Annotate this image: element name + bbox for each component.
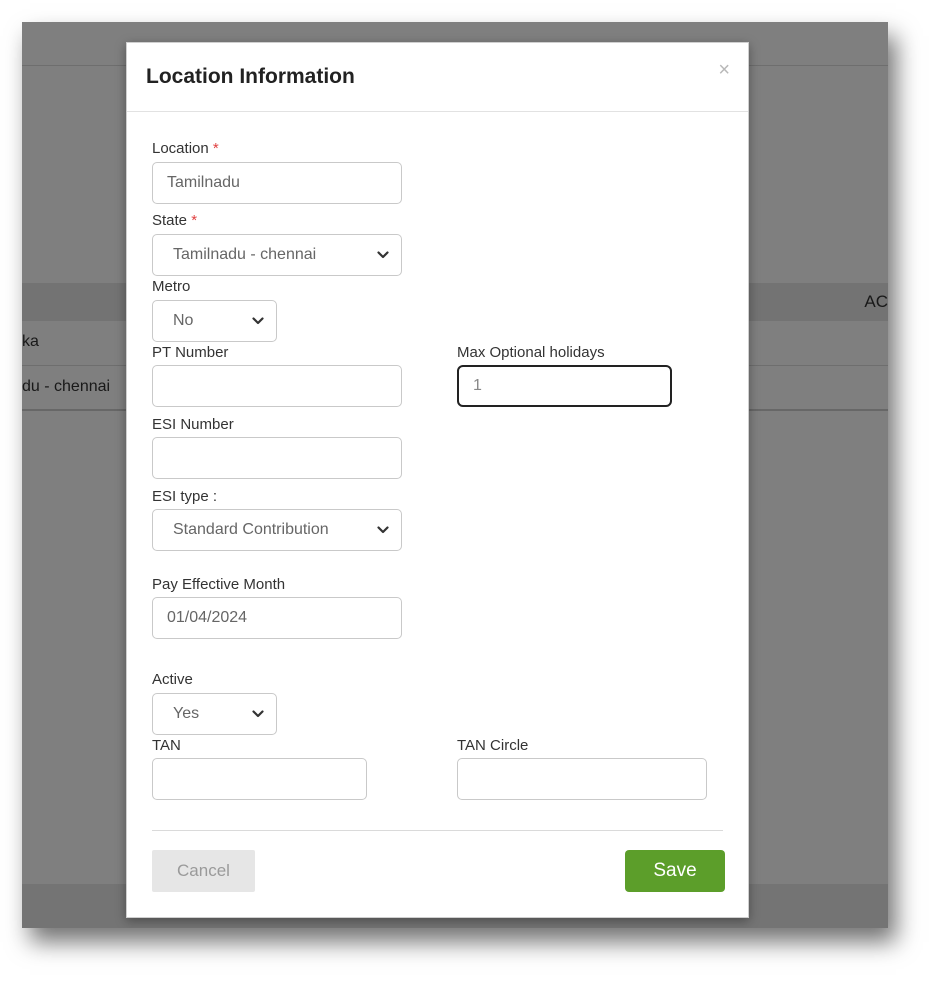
- max-optional-holidays-label: Max Optional holidays: [457, 344, 605, 361]
- chevron-down-icon: [377, 251, 389, 259]
- pt-number-input[interactable]: [152, 365, 402, 407]
- pt-number-label: PT Number: [152, 344, 229, 361]
- active-select[interactable]: Yes: [152, 693, 277, 735]
- tan-input[interactable]: [152, 758, 367, 800]
- metro-selected-value: No: [173, 312, 194, 329]
- state-select[interactable]: Tamilnadu - chennai: [152, 234, 402, 276]
- required-mark: *: [191, 212, 198, 229]
- esi-number-input[interactable]: [152, 437, 402, 479]
- active-selected-value: Yes: [173, 705, 200, 722]
- footer-divider: [152, 830, 723, 831]
- modal-title: Location Information: [146, 65, 355, 88]
- chevron-down-icon: [377, 526, 389, 534]
- max-optional-holidays-input[interactable]: [457, 365, 672, 407]
- tan-circle-label: TAN Circle: [457, 737, 529, 754]
- tan-label: TAN: [152, 737, 181, 754]
- esi-number-label: ESI Number: [152, 416, 234, 433]
- location-input[interactable]: [152, 162, 402, 204]
- state-label: State *: [152, 212, 198, 229]
- chevron-down-icon: [252, 710, 264, 718]
- cancel-button[interactable]: Cancel: [152, 850, 255, 892]
- metro-label: Metro: [152, 278, 191, 295]
- location-label: Location *: [152, 140, 219, 157]
- modal-header: Location Information ×: [127, 43, 748, 112]
- close-icon[interactable]: ×: [718, 60, 730, 80]
- pay-effective-month-label: Pay Effective Month: [152, 576, 286, 593]
- esi-type-label: ESI type :: [152, 488, 218, 505]
- chevron-down-icon: [252, 317, 264, 325]
- esi-type-select[interactable]: Standard Contribution: [152, 509, 402, 551]
- app-window: AC ka du - chennai Location Information …: [22, 22, 888, 928]
- location-information-modal: Location Information × Location * State …: [126, 42, 749, 918]
- state-selected-value: Tamilnadu - chennai: [173, 246, 317, 263]
- tan-circle-input[interactable]: [457, 758, 707, 800]
- pay-effective-month-input[interactable]: [152, 597, 402, 639]
- active-label: Active: [152, 671, 193, 688]
- save-button[interactable]: Save: [625, 850, 725, 892]
- esi-type-selected-value: Standard Contribution: [173, 521, 329, 538]
- metro-select[interactable]: No: [152, 300, 277, 342]
- required-mark: *: [212, 140, 219, 157]
